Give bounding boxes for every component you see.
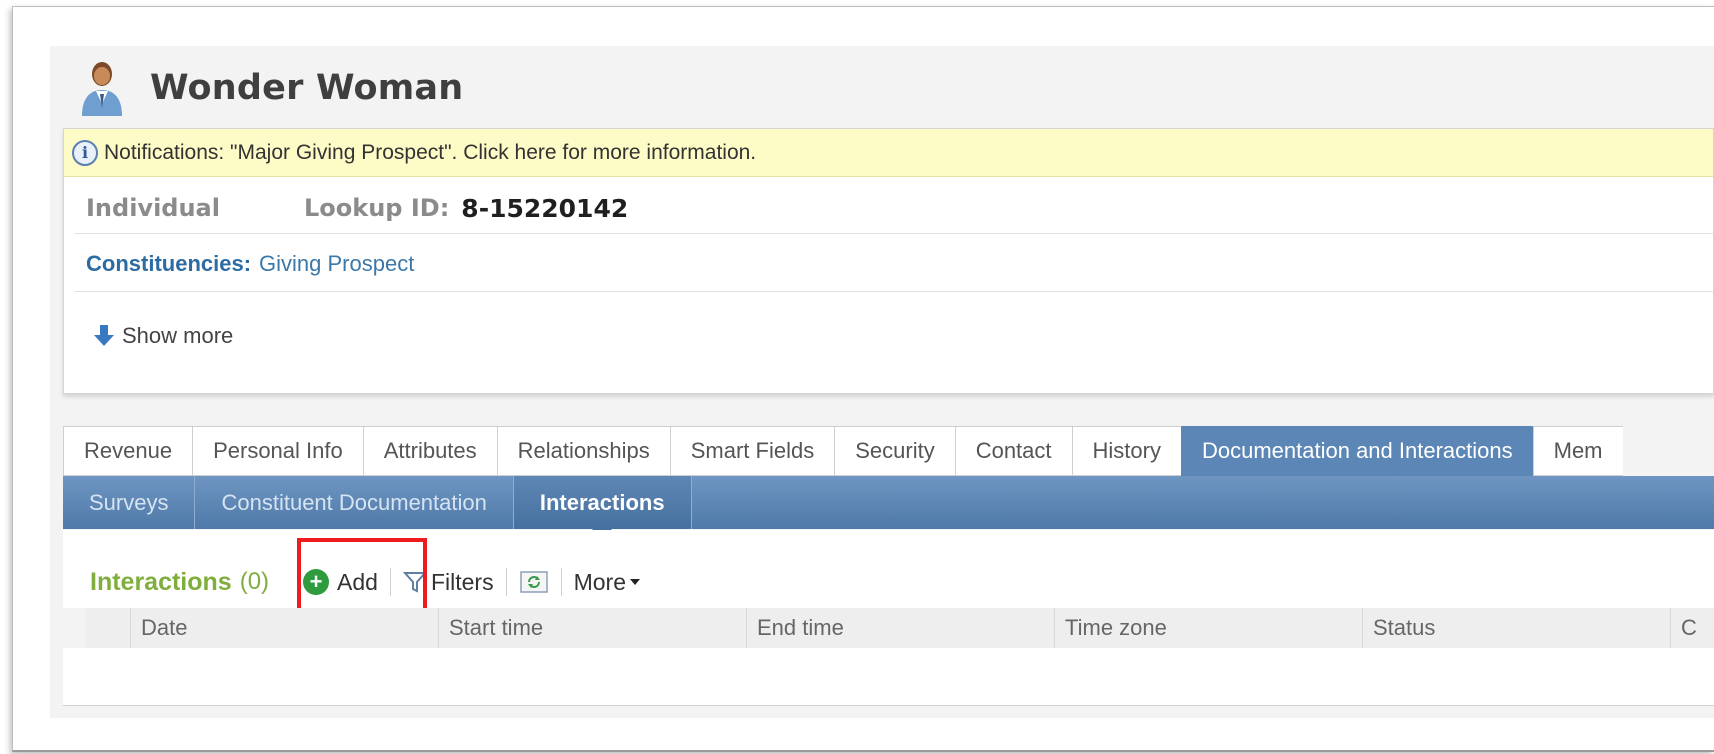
person-icon bbox=[76, 58, 128, 118]
tab-security[interactable]: Security bbox=[834, 426, 955, 476]
tab-smart-fields[interactable]: Smart Fields bbox=[669, 426, 835, 476]
grid-body bbox=[63, 648, 1714, 706]
tab-history[interactable]: History bbox=[1071, 426, 1181, 476]
section-title: Interactions bbox=[90, 567, 232, 596]
show-more-label: Show more bbox=[122, 323, 234, 348]
subtab-constituent-documentation[interactable]: Constituent Documentation bbox=[195, 476, 514, 529]
more-button[interactable]: More bbox=[574, 569, 641, 596]
tab-personal-info[interactable]: Personal Info bbox=[192, 426, 363, 476]
constituencies-label: Constituencies: bbox=[86, 251, 252, 276]
grid-header: Date Start time End time Time zone Statu… bbox=[85, 608, 1714, 648]
column-truncated[interactable]: C bbox=[1671, 608, 1714, 648]
notification-bar[interactable]: i Notifications: "Major Giving Prospect"… bbox=[64, 129, 1713, 177]
column-date[interactable]: Date bbox=[131, 608, 439, 648]
subtab-bar: Surveys Constituent Documentation Intera… bbox=[63, 476, 1714, 539]
info-icon: i bbox=[72, 139, 98, 166]
record-type: Individual bbox=[86, 194, 220, 222]
column-status[interactable]: Status bbox=[1363, 608, 1671, 648]
page-title: Wonder Woman bbox=[150, 68, 464, 108]
show-more-link[interactable]: Show more bbox=[94, 323, 233, 349]
tab-documentation-and-interactions[interactable]: Documentation and Interactions bbox=[1180, 426, 1533, 476]
filters-label: Filters bbox=[430, 568, 494, 595]
refresh-button[interactable] bbox=[519, 570, 549, 594]
constituencies-row: Constituencies: Giving Prospect bbox=[86, 249, 414, 279]
toolbar-separator bbox=[505, 568, 507, 596]
subtab-surveys[interactable]: Surveys bbox=[63, 476, 196, 529]
column-start-time[interactable]: Start time bbox=[439, 608, 747, 648]
refresh-icon bbox=[519, 571, 548, 593]
constituencies-value[interactable]: Giving Prospect bbox=[259, 251, 414, 277]
tab-membership[interactable]: Mem bbox=[1532, 426, 1623, 476]
record-header: Wonder Woman bbox=[76, 56, 463, 120]
record-info-row: Individual Lookup ID: 8-15220142 bbox=[86, 191, 628, 225]
tab-revenue[interactable]: Revenue bbox=[63, 426, 193, 476]
more-label: More bbox=[573, 568, 627, 595]
subtab-interactions[interactable]: Interactions bbox=[513, 476, 692, 539]
arrow-down-icon bbox=[94, 325, 114, 346]
caret-down-icon bbox=[630, 579, 641, 585]
tab-attributes[interactable]: Attributes bbox=[362, 426, 497, 476]
tab-contact[interactable]: Contact bbox=[954, 426, 1072, 476]
lookup-id-label: Lookup ID: bbox=[303, 194, 450, 222]
record-summary-card: i Notifications: "Major Giving Prospect"… bbox=[63, 128, 1714, 394]
divider bbox=[74, 291, 1714, 292]
toolbar-separator bbox=[560, 568, 562, 596]
tab-relationships[interactable]: Relationships bbox=[496, 426, 670, 476]
tab-bar: Revenue Personal Info Attributes Relatio… bbox=[63, 426, 1623, 476]
section-count: (0) bbox=[239, 568, 270, 595]
column-end-time[interactable]: End time bbox=[747, 608, 1055, 648]
notification-text[interactable]: Notifications: "Major Giving Prospect". … bbox=[104, 141, 756, 165]
grid-selector-column bbox=[85, 608, 131, 648]
lookup-id-value: 8-15220142 bbox=[461, 193, 629, 223]
divider bbox=[74, 233, 1714, 234]
column-time-zone[interactable]: Time zone bbox=[1055, 608, 1363, 648]
